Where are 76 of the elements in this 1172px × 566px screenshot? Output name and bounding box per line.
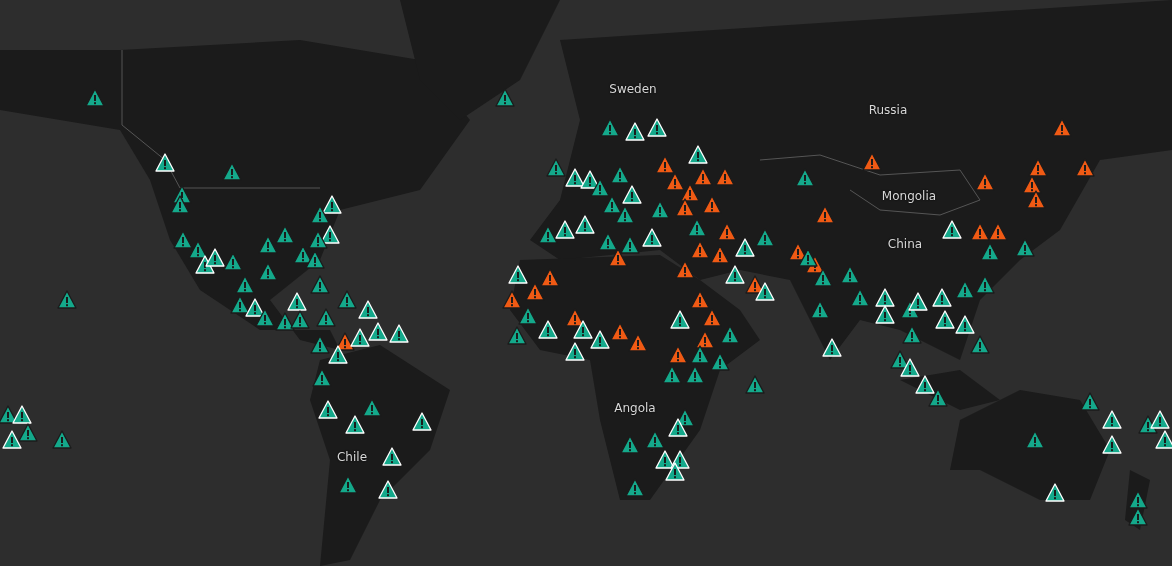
warning-icon[interactable] xyxy=(720,325,740,344)
warning-icon[interactable] xyxy=(1025,430,1045,449)
warning-icon[interactable] xyxy=(610,165,630,184)
warning-icon[interactable] xyxy=(507,326,527,345)
warning-icon[interactable] xyxy=(1015,238,1035,257)
warning-icon[interactable] xyxy=(337,290,357,309)
warning-icon[interactable] xyxy=(173,230,193,249)
warning-icon[interactable] xyxy=(222,162,242,181)
warning-icon[interactable] xyxy=(223,252,243,271)
warning-icon[interactable] xyxy=(275,312,295,331)
warning-icon[interactable] xyxy=(258,262,278,281)
warning-icon[interactable] xyxy=(970,335,990,354)
warning-icon[interactable] xyxy=(275,225,295,244)
warning-icon[interactable] xyxy=(85,88,105,107)
warning-icon[interactable] xyxy=(625,478,645,497)
warning-icon[interactable] xyxy=(316,308,336,327)
warning-icon[interactable] xyxy=(598,232,618,251)
warning-icon[interactable] xyxy=(602,195,622,214)
warning-icon[interactable] xyxy=(230,295,250,314)
warning-icon[interactable] xyxy=(235,275,255,294)
warning-icon[interactable] xyxy=(1080,392,1100,411)
warning-icon[interactable] xyxy=(1128,507,1148,526)
place-label: Mongolia xyxy=(881,189,937,203)
warning-icon[interactable] xyxy=(687,218,707,237)
warning-icon[interactable] xyxy=(518,306,538,325)
warning-icon[interactable] xyxy=(308,230,328,249)
warning-icon[interactable] xyxy=(662,365,682,384)
warning-icon[interactable] xyxy=(312,368,332,387)
warning-icon[interactable] xyxy=(170,195,190,214)
warning-icon[interactable] xyxy=(18,423,38,442)
warning-icon[interactable] xyxy=(305,250,325,269)
warning-icon[interactable] xyxy=(1128,490,1148,509)
warning-icon[interactable] xyxy=(310,275,330,294)
warning-icon[interactable] xyxy=(57,290,77,309)
warning-icon[interactable] xyxy=(255,308,275,327)
warning-icon[interactable] xyxy=(975,275,995,294)
warning-icon[interactable] xyxy=(810,300,830,319)
warning-icon[interactable] xyxy=(0,405,18,424)
warning-icon[interactable] xyxy=(620,435,640,454)
warning-icon[interactable] xyxy=(615,205,635,224)
warning-icon[interactable] xyxy=(813,268,833,287)
warning-icon[interactable] xyxy=(710,352,730,371)
warning-icon[interactable] xyxy=(590,178,610,197)
warning-icon[interactable] xyxy=(290,310,310,329)
warning-icon[interactable] xyxy=(798,248,818,267)
warning-icon[interactable] xyxy=(52,430,72,449)
warning-icon[interactable] xyxy=(840,265,860,284)
warning-icon[interactable] xyxy=(338,475,358,494)
place-label: Chile xyxy=(337,450,367,464)
warning-icon[interactable] xyxy=(928,388,948,407)
warning-icon[interactable] xyxy=(755,228,775,247)
warning-icon[interactable] xyxy=(600,118,620,137)
warning-icon[interactable] xyxy=(495,88,515,107)
warning-icon[interactable] xyxy=(310,335,330,354)
warning-icon[interactable] xyxy=(650,200,670,219)
warning-icon[interactable] xyxy=(538,225,558,244)
warning-icon[interactable] xyxy=(620,235,640,254)
warning-icon[interactable] xyxy=(745,375,765,394)
warning-icon[interactable] xyxy=(902,325,922,344)
warning-icon[interactable] xyxy=(645,430,665,449)
warning-icon[interactable] xyxy=(690,345,710,364)
place-label: China xyxy=(887,237,923,251)
warning-icon[interactable] xyxy=(608,248,628,267)
warning-icon[interactable] xyxy=(980,242,1000,261)
warning-icon[interactable] xyxy=(310,205,330,224)
warning-icon[interactable] xyxy=(685,365,705,384)
warning-icon[interactable] xyxy=(850,288,870,307)
warning-icon[interactable] xyxy=(362,398,382,417)
place-label: Angola xyxy=(614,401,656,415)
place-label: Sweden xyxy=(609,82,657,96)
warning-icon[interactable] xyxy=(955,280,975,299)
warning-icon[interactable] xyxy=(188,240,208,259)
warning-icon[interactable] xyxy=(258,235,278,254)
warning-icon[interactable] xyxy=(546,158,566,177)
place-label: Russia xyxy=(868,103,908,117)
warning-icon[interactable] xyxy=(795,168,815,187)
